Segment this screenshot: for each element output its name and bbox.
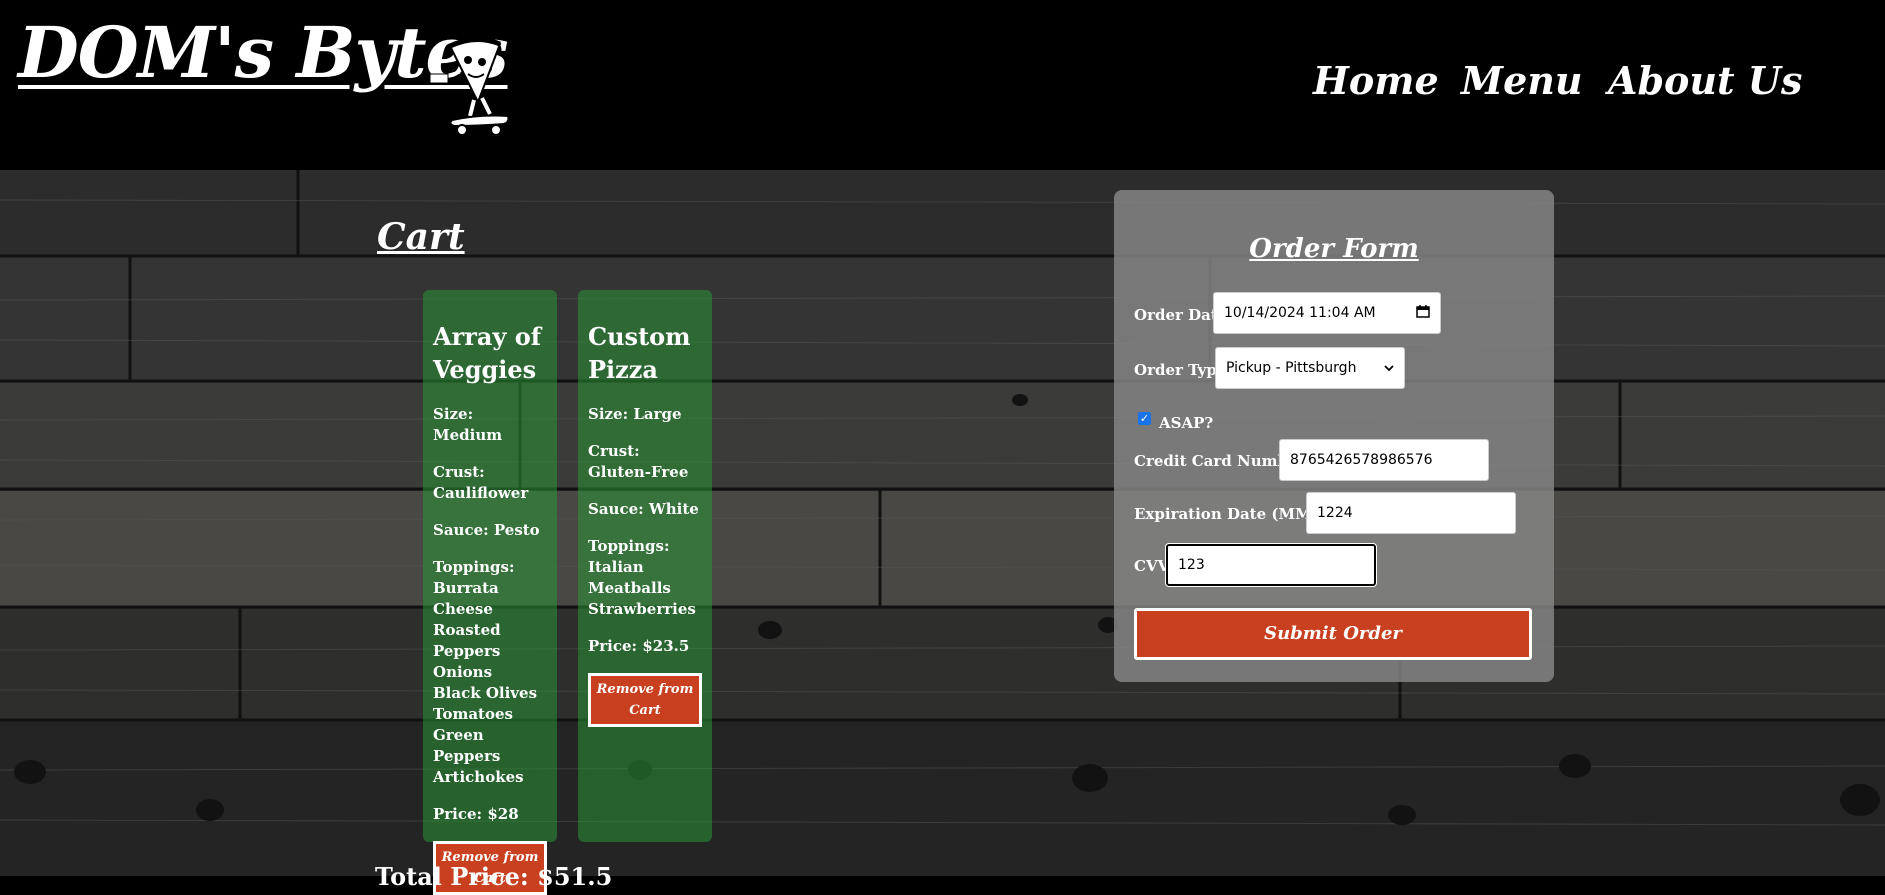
order-form-heading: Order Form [1249, 234, 1419, 264]
order-type-label: Order Type [1134, 361, 1227, 379]
topping-item: Strawberries [588, 600, 696, 618]
cart-item-sauce: Sauce: Pesto [433, 521, 540, 539]
site-header: DOM's Bytes Home Menu About Us [0, 0, 1885, 170]
cart-item-price: Price: $28 [433, 805, 519, 823]
cart-item-card: Array of Veggies Size: Medium Crust: Cau… [423, 290, 557, 895]
cart-item-toppings: Toppings: Burrata Cheese Roasted Peppers… [433, 557, 547, 788]
pizza-skateboard-mascot-icon [429, 32, 522, 136]
cart-item-toppings: Toppings: Italian Meatballs Strawberries [588, 536, 702, 620]
submit-order-button[interactable]: Submit Order [1134, 608, 1532, 660]
cvv-input[interactable]: 123 [1165, 543, 1377, 587]
cart-item-sauce: Sauce: White [588, 500, 699, 518]
cvv-label: CVV [1134, 557, 1170, 575]
nav-home-link[interactable]: Home [1313, 62, 1439, 100]
toppings-label: Toppings: [433, 558, 515, 576]
credit-card-input[interactable]: 8765426578986576 [1279, 439, 1489, 481]
order-date-input[interactable]: 10/14/2024 11:04 AM [1213, 292, 1441, 334]
toppings-label: Toppings: [588, 537, 670, 555]
wood-plank-background [0, 170, 1885, 876]
topping-item: Italian Meatballs [588, 558, 671, 597]
order-type-value: Pickup - Pittsburgh [1226, 360, 1357, 376]
cart-item-size: Size: Large [588, 405, 682, 423]
expiration-date-input[interactable]: 1224 [1306, 492, 1516, 534]
topping-item: Onions [433, 663, 493, 681]
cart-item-crust: Crust: Gluten-Free [588, 442, 689, 481]
cart-heading: Cart [377, 216, 465, 258]
nav-about-us-link[interactable]: About Us [1608, 62, 1802, 100]
cart-total-price: Total Price: $51.5 [375, 862, 613, 891]
asap-checkbox[interactable]: ✓ [1138, 412, 1151, 425]
chevron-down-icon [1384, 360, 1394, 376]
cart-item-price: Price: $23.5 [588, 637, 690, 655]
order-form-panel: Order Form Order Date 10/14/2024 11:04 A… [1114, 190, 1554, 682]
nav-menu-link[interactable]: Menu [1461, 62, 1583, 100]
remove-from-cart-button[interactable]: Remove from Cart [588, 673, 702, 727]
topping-item: Black Olives [433, 684, 538, 702]
cart-item-name: Custom Pizza [588, 322, 691, 384]
checkmark-icon: ✓ [1139, 412, 1150, 425]
cart-item-crust: Crust: Cauliflower [433, 463, 529, 502]
calendar-icon[interactable] [1416, 304, 1430, 322]
topping-item: Roasted Peppers [433, 621, 501, 660]
cart-item-name: Array of Veggies [433, 322, 542, 384]
topping-item: Green Peppers [433, 726, 501, 765]
topping-item: Tomatoes [433, 705, 513, 723]
topping-item: Burrata Cheese [433, 579, 499, 618]
order-date-value: 10/14/2024 11:04 AM [1224, 305, 1376, 321]
cart-item-card: Custom Pizza Size: Large Crust: Gluten-F… [578, 290, 712, 842]
cart-item-size: Size: Medium [433, 405, 503, 444]
topping-item: Artichokes [433, 768, 524, 786]
order-type-select[interactable]: Pickup - Pittsburgh [1215, 347, 1405, 389]
asap-label: ASAP? [1159, 414, 1214, 432]
